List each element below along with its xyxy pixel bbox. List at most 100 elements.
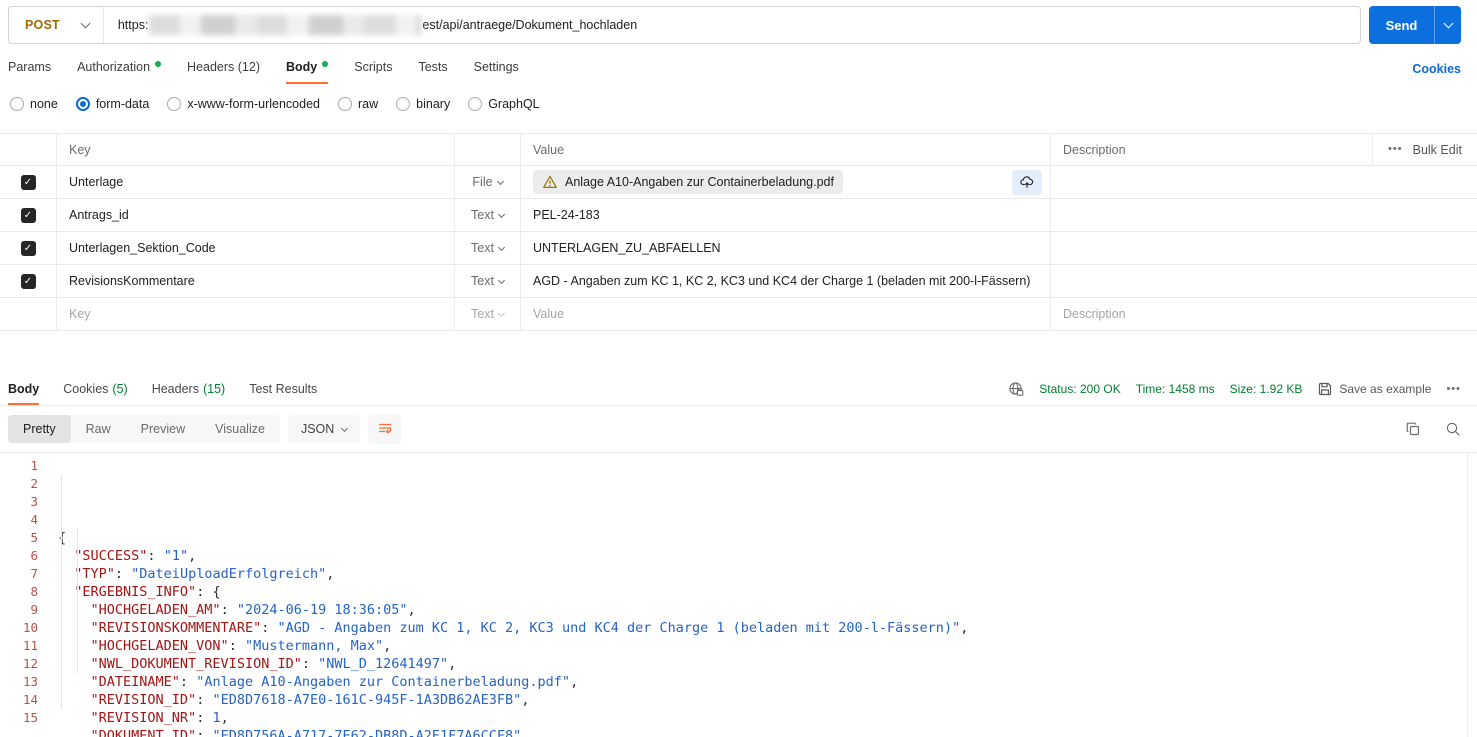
- description-cell[interactable]: [1050, 232, 1477, 264]
- line-number: 9: [30, 602, 38, 617]
- send-button[interactable]: Send: [1369, 6, 1434, 44]
- type-select[interactable]: Text: [454, 199, 520, 231]
- row-checkbox[interactable]: ✓: [20, 207, 36, 223]
- key-cell[interactable]: Unterlage: [56, 166, 454, 198]
- warning-icon: [543, 175, 557, 189]
- row-checkbox[interactable]: ✓: [20, 273, 36, 289]
- beautify-button[interactable]: [368, 414, 402, 444]
- form-data-table: Key Value Description ••• Bulk Edit ✓ Un…: [0, 133, 1477, 331]
- body-type-form-data[interactable]: form-data: [75, 97, 150, 111]
- key-cell[interactable]: Key: [56, 298, 454, 330]
- body-type-none[interactable]: none: [10, 97, 58, 111]
- tab-headers[interactable]: Headers (12): [187, 56, 260, 84]
- view-mode-visualize[interactable]: Visualize: [200, 415, 280, 443]
- tab-params[interactable]: Params: [8, 56, 51, 84]
- code-lines[interactable]: { "SUCCESS": "1", "TYP": "DateiUploadErf…: [50, 453, 1467, 737]
- search-icon[interactable]: [1445, 421, 1461, 437]
- type-select[interactable]: Text: [454, 298, 520, 330]
- globe-lock-icon[interactable]: [1008, 381, 1024, 397]
- line-number: 4: [30, 512, 38, 527]
- green-dot-icon: [155, 61, 162, 67]
- tab-label: Settings: [473, 60, 519, 74]
- body-type-raw[interactable]: raw: [338, 97, 378, 111]
- type-label: Text: [471, 241, 494, 255]
- bulk-edit-button[interactable]: Bulk Edit: [1413, 143, 1462, 157]
- code-line: "TYP": "DateiUploadErfolgreich",: [74, 566, 335, 582]
- value-cell[interactable]: Value: [520, 298, 1050, 330]
- response-tab-body[interactable]: Body: [8, 376, 39, 405]
- radio-selected-icon: [75, 97, 90, 111]
- indent-guide: [77, 529, 78, 673]
- key-cell[interactable]: Unterlagen_Sektion_Code: [56, 232, 454, 264]
- chevron-down-icon: [496, 177, 504, 185]
- radio-label: form-data: [95, 97, 150, 111]
- more-options-icon[interactable]: •••: [1446, 383, 1461, 395]
- tab-authorization[interactable]: Authorization: [77, 56, 162, 84]
- url-input[interactable]: https: est/api/antraege/Dokument_hochlade…: [104, 7, 1360, 43]
- scrollbar-track[interactable]: [1467, 453, 1477, 737]
- body-type-binary[interactable]: binary: [396, 97, 450, 111]
- response-tab-cookies[interactable]: Cookies (5): [63, 376, 127, 405]
- more-actions-icon[interactable]: •••: [1388, 144, 1403, 155]
- tab-tests[interactable]: Tests: [418, 56, 447, 84]
- radio-icon: [167, 97, 182, 111]
- value-cell[interactable]: Anlage A10-Angaben zur Containerbeladung…: [520, 166, 1050, 198]
- description-cell[interactable]: [1050, 199, 1477, 231]
- upload-cloud-icon: [1020, 176, 1034, 188]
- chevron-down-icon: [497, 210, 506, 218]
- time-badge[interactable]: Time: 1458 ms: [1136, 382, 1215, 396]
- format-select[interactable]: JSON: [287, 415, 361, 443]
- code-line: "NWL_DOKUMENT_REVISION_ID": "NWL_D_12641…: [90, 656, 457, 672]
- view-mode-pretty[interactable]: Pretty: [8, 415, 71, 443]
- cookies-link[interactable]: Cookies: [1412, 62, 1461, 84]
- method-select[interactable]: POST: [9, 7, 104, 43]
- tab-settings[interactable]: Settings: [474, 56, 519, 84]
- tab-label: Headers: [151, 382, 199, 396]
- value-cell[interactable]: AGD - Angaben zum KC 1, KC 2, KC3 und KC…: [520, 265, 1050, 297]
- tab-body[interactable]: Body: [286, 56, 329, 84]
- response-tab-headers[interactable]: Headers (15): [152, 376, 225, 405]
- value-cell[interactable]: UNTERLAGEN_ZU_ABFAELLEN: [520, 232, 1050, 264]
- response-header: Body Cookies (5) Headers (15) Test Results…: [0, 376, 1477, 406]
- type-select[interactable]: Text: [454, 265, 520, 297]
- view-mode-preview[interactable]: Preview: [126, 415, 200, 443]
- tab-label: Tests: [418, 60, 448, 74]
- description-cell[interactable]: [1050, 166, 1477, 198]
- row-checkbox[interactable]: ✓: [20, 174, 36, 190]
- value-cell[interactable]: PEL-24-183: [520, 199, 1050, 231]
- line-number: 11: [22, 638, 38, 653]
- description-cell[interactable]: Description: [1050, 298, 1477, 330]
- status-badge[interactable]: Status: 200 OK: [1039, 382, 1120, 396]
- size-badge[interactable]: Size: 1.92 KB: [1230, 382, 1303, 396]
- row-checkbox[interactable]: ✓: [20, 240, 36, 256]
- key-cell[interactable]: Antrags_id: [56, 199, 454, 231]
- body-type-selector: none form-data x-www-form-urlencoded raw…: [0, 84, 1477, 123]
- toolbar-right: [1405, 421, 1461, 437]
- type-label: File: [472, 175, 493, 189]
- key-cell[interactable]: RevisionsKommentare: [56, 265, 454, 297]
- radio-label: GraphQL: [488, 97, 540, 111]
- body-type-x-www-form-urlencoded[interactable]: x-www-form-urlencoded: [167, 97, 320, 111]
- type-label: Text: [471, 274, 494, 288]
- code-line: "REVISION_NR": 1,: [90, 710, 229, 726]
- green-dot-icon: [322, 61, 329, 67]
- type-select[interactable]: Text: [454, 232, 520, 264]
- save-as-example-button[interactable]: Save as example: [1317, 381, 1431, 397]
- body-type-graphql[interactable]: GraphQL: [468, 97, 540, 111]
- send-options-button[interactable]: [1434, 6, 1461, 44]
- copy-icon[interactable]: [1405, 421, 1421, 437]
- tab-scripts[interactable]: Scripts: [354, 56, 392, 84]
- chevron-down-icon: [341, 424, 349, 432]
- tab-count: (5): [112, 382, 128, 396]
- code-line: "HOCHGELADEN_VON": "Mustermann, Max",: [90, 638, 392, 654]
- view-mode-raw[interactable]: Raw: [71, 415, 126, 443]
- radio-label: none: [30, 97, 58, 111]
- description-cell[interactable]: [1050, 265, 1477, 297]
- status-value: 200 OK: [1080, 382, 1121, 396]
- response-tab-test-results[interactable]: Test Results: [249, 376, 317, 405]
- header-description: Description: [1050, 134, 1372, 165]
- upload-file-button[interactable]: [1012, 169, 1042, 195]
- file-chip[interactable]: Anlage A10-Angaben zur Containerbeladung…: [533, 170, 843, 194]
- type-select[interactable]: File: [454, 166, 520, 198]
- response-body-viewer[interactable]: 1 2 3 4 5 6 7 8 9 10 11 12 13 14 15 { "SUCCESS": "1", …: [0, 452, 1477, 737]
